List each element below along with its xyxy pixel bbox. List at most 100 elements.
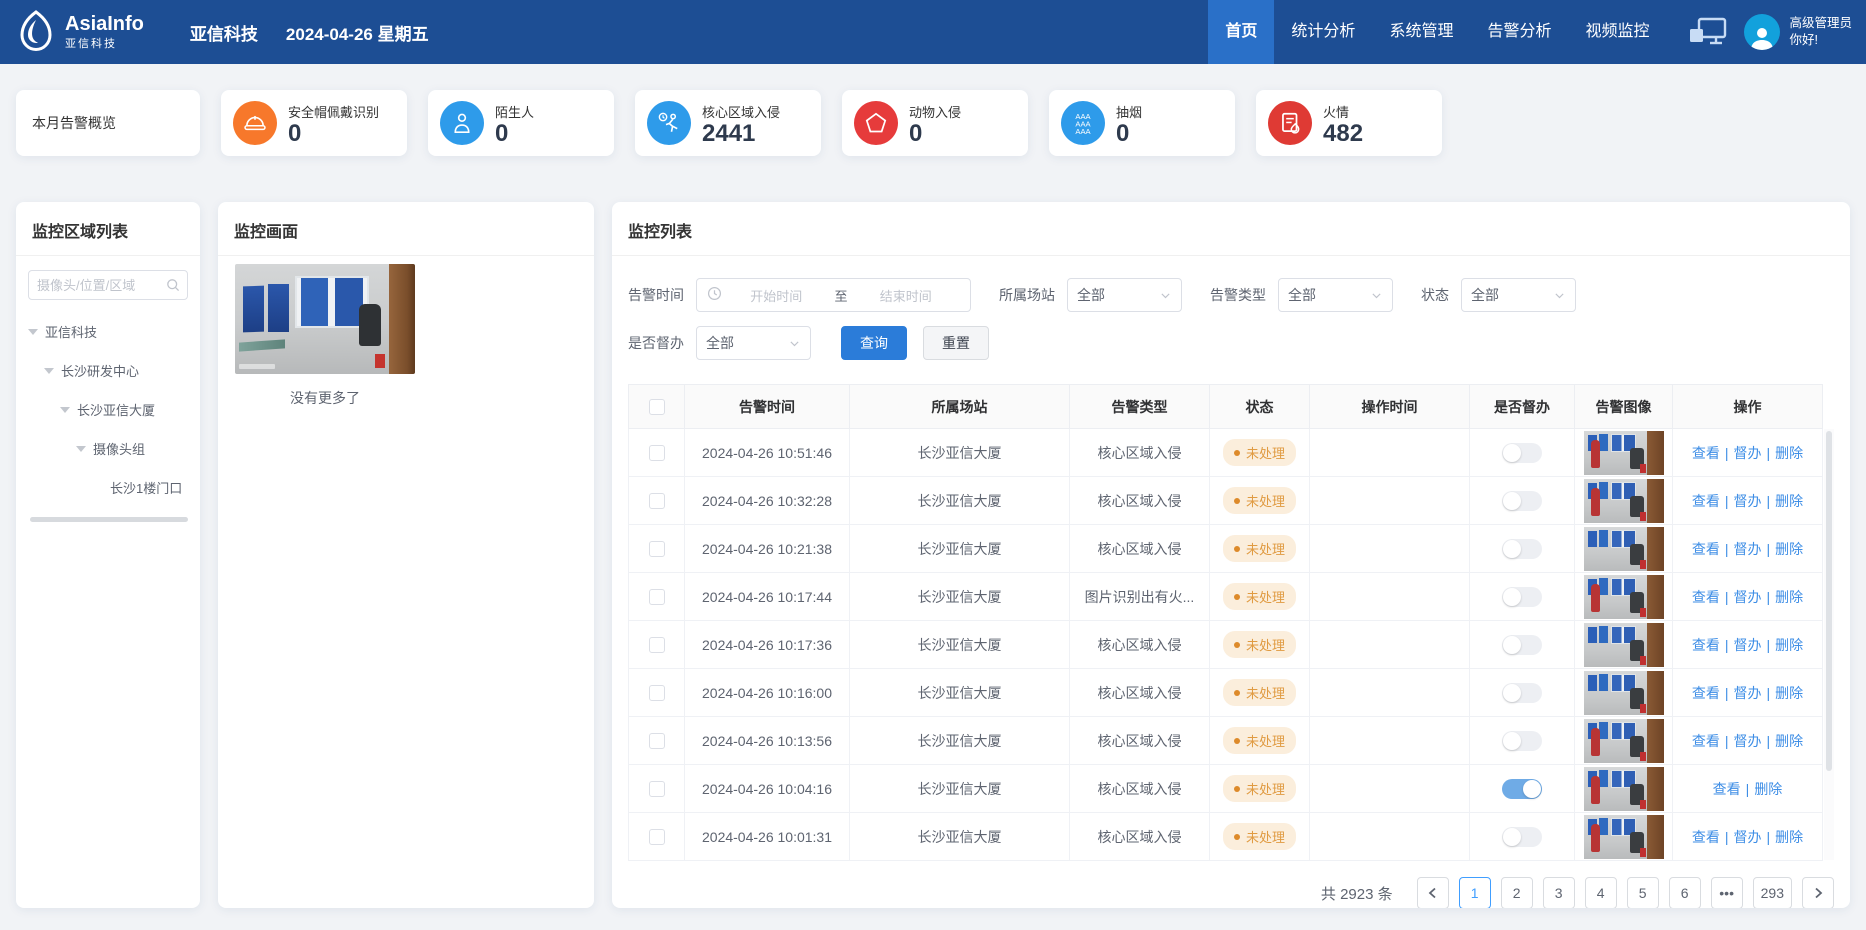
- supervise-link[interactable]: 督办: [1734, 589, 1762, 605]
- search-icon[interactable]: [165, 277, 181, 298]
- tree-node[interactable]: 摄像头组: [16, 429, 200, 468]
- query-button[interactable]: 查询: [841, 326, 907, 360]
- page-button[interactable]: 5: [1627, 877, 1659, 908]
- supervise-link[interactable]: 督办: [1734, 493, 1762, 509]
- supervise-link[interactable]: 督办: [1734, 685, 1762, 701]
- alarm-type-cell: 核心区域入侵: [1070, 525, 1210, 573]
- row-checkbox[interactable]: [649, 733, 665, 749]
- caret-down-icon[interactable]: [44, 368, 54, 374]
- page-button[interactable]: 6: [1669, 877, 1701, 908]
- alarm-image-thumbnail[interactable]: [1584, 527, 1664, 571]
- tree-horizontal-scrollbar[interactable]: [30, 517, 188, 522]
- scrollbar-thumb[interactable]: [1826, 431, 1832, 771]
- supervise-toggle[interactable]: [1502, 827, 1542, 847]
- user-greeting: 你好!: [1789, 32, 1852, 49]
- row-checkbox[interactable]: [649, 445, 665, 461]
- alarm-image-thumbnail[interactable]: [1584, 671, 1664, 715]
- row-checkbox[interactable]: [649, 589, 665, 605]
- alarm-image-thumbnail[interactable]: [1584, 719, 1664, 763]
- view-link[interactable]: 查看: [1692, 541, 1720, 557]
- nav-item[interactable]: 告警分析: [1470, 0, 1568, 64]
- caret-down-icon[interactable]: [60, 407, 70, 413]
- alarm-image-thumbnail[interactable]: [1584, 431, 1664, 475]
- page-button[interactable]: 293: [1753, 877, 1792, 908]
- select-all-checkbox[interactable]: [649, 399, 665, 415]
- supervise-link[interactable]: 督办: [1734, 637, 1762, 653]
- supervise-link[interactable]: 督办: [1734, 541, 1762, 557]
- alarm-time-range-picker[interactable]: 开始时间 至 结束时间: [696, 278, 971, 312]
- supervise-toggle[interactable]: [1502, 779, 1542, 799]
- row-checkbox[interactable]: [649, 781, 665, 797]
- delete-link[interactable]: 删除: [1754, 781, 1782, 797]
- page-button[interactable]: 3: [1543, 877, 1575, 908]
- page-button[interactable]: 1: [1459, 877, 1491, 908]
- start-time-placeholder[interactable]: 开始时间: [722, 286, 831, 305]
- view-link[interactable]: 查看: [1713, 781, 1741, 797]
- supervise-link[interactable]: 督办: [1734, 733, 1762, 749]
- delete-link[interactable]: 删除: [1775, 493, 1803, 509]
- supervise-toggle[interactable]: [1502, 731, 1542, 751]
- tree-node[interactable]: 长沙研发中心: [16, 351, 200, 390]
- page-button[interactable]: 2: [1501, 877, 1533, 908]
- view-link[interactable]: 查看: [1692, 733, 1720, 749]
- supervise-toggle[interactable]: [1502, 443, 1542, 463]
- camera-search-input[interactable]: [28, 270, 188, 300]
- reset-button[interactable]: 重置: [923, 326, 989, 360]
- row-checkbox[interactable]: [649, 541, 665, 557]
- row-checkbox[interactable]: [649, 493, 665, 509]
- supervise-toggle[interactable]: [1502, 491, 1542, 511]
- caret-down-icon[interactable]: [76, 446, 86, 452]
- alarm-type-select[interactable]: 全部: [1278, 278, 1393, 312]
- caret-down-icon[interactable]: [28, 329, 38, 335]
- delete-link[interactable]: 删除: [1775, 541, 1803, 557]
- nav-item[interactable]: 系统管理: [1372, 0, 1470, 64]
- view-link[interactable]: 查看: [1692, 829, 1720, 845]
- delete-link[interactable]: 删除: [1775, 445, 1803, 461]
- site-select[interactable]: 全部: [1067, 278, 1182, 312]
- row-checkbox[interactable]: [649, 829, 665, 845]
- supervise-toggle[interactable]: [1502, 635, 1542, 655]
- camera-snapshot[interactable]: [235, 264, 415, 374]
- filter-row-2: 是否督办 全部 查询 重置: [628, 326, 1834, 360]
- end-time-placeholder[interactable]: 结束时间: [852, 286, 961, 305]
- view-link[interactable]: 查看: [1692, 637, 1720, 653]
- more-pages-button[interactable]: •••: [1711, 877, 1743, 908]
- table-vertical-scrollbar[interactable]: [1824, 429, 1834, 860]
- tree-node[interactable]: 亚信科技: [16, 312, 200, 351]
- alarm-type-cell: 核心区域入侵: [1070, 477, 1210, 525]
- row-checkbox[interactable]: [649, 637, 665, 653]
- view-link[interactable]: 查看: [1692, 685, 1720, 701]
- nav-item[interactable]: 视频监控: [1568, 0, 1666, 64]
- alarm-image-thumbnail[interactable]: [1584, 815, 1664, 859]
- monitor-screens-icon[interactable]: [1688, 17, 1728, 47]
- alarm-image-thumbnail[interactable]: [1584, 479, 1664, 523]
- supervise-toggle[interactable]: [1502, 587, 1542, 607]
- tree-node[interactable]: 长沙1楼门口: [16, 468, 200, 507]
- avatar[interactable]: [1744, 14, 1780, 50]
- row-checkbox[interactable]: [649, 685, 665, 701]
- prev-page-button[interactable]: [1417, 877, 1449, 908]
- page-button[interactable]: 4: [1585, 877, 1617, 908]
- supervise-toggle[interactable]: [1502, 683, 1542, 703]
- delete-link[interactable]: 删除: [1775, 685, 1803, 701]
- nav-item[interactable]: 首页: [1208, 0, 1274, 64]
- view-link[interactable]: 查看: [1692, 589, 1720, 605]
- supervise-toggle[interactable]: [1502, 539, 1542, 559]
- delete-link[interactable]: 删除: [1775, 637, 1803, 653]
- delete-link[interactable]: 删除: [1775, 829, 1803, 845]
- alarm-image-thumbnail[interactable]: [1584, 623, 1664, 667]
- nav-item[interactable]: 统计分析: [1274, 0, 1372, 64]
- supervise-link[interactable]: 督办: [1734, 829, 1762, 845]
- delete-link[interactable]: 删除: [1775, 589, 1803, 605]
- stat-card: 动物入侵0: [842, 90, 1028, 156]
- alarm-image-thumbnail[interactable]: [1584, 575, 1664, 619]
- supervise-link[interactable]: 督办: [1734, 445, 1762, 461]
- next-page-button[interactable]: [1802, 877, 1834, 908]
- view-link[interactable]: 查看: [1692, 493, 1720, 509]
- status-select[interactable]: 全部: [1461, 278, 1576, 312]
- alarm-image-thumbnail[interactable]: [1584, 767, 1664, 811]
- supervise-select[interactable]: 全部: [696, 326, 811, 360]
- view-link[interactable]: 查看: [1692, 445, 1720, 461]
- delete-link[interactable]: 删除: [1775, 733, 1803, 749]
- tree-node[interactable]: 长沙亚信大厦: [16, 390, 200, 429]
